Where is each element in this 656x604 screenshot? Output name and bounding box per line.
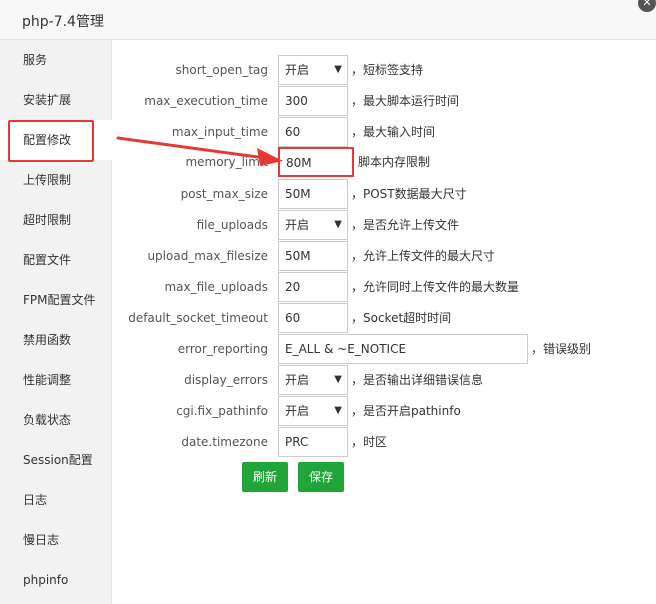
window-title: php-7.4管理 xyxy=(22,14,104,30)
max-input-time-input[interactable]: 60 xyxy=(278,117,348,147)
annotation-arrow xyxy=(116,136,283,166)
form-row-upload-max-filesize: upload_max_filesize 50M ，允许上传文件的最大尺寸 xyxy=(113,241,656,271)
sidebar-item-label: 服务 xyxy=(23,53,48,67)
default-socket-timeout-input[interactable]: 60 xyxy=(278,303,348,333)
sidebar-item-label: FPM配置文件 xyxy=(23,293,96,307)
file-uploads-select[interactable]: 开启 ▼ xyxy=(278,210,348,240)
sidebar-item-performance[interactable]: 性能调整 xyxy=(0,360,112,400)
form-row-post-max-size: post_max_size 50M ，POST数据最大尺寸 xyxy=(113,179,656,209)
field-label: upload_max_filesize xyxy=(147,249,268,263)
field-description: ，错误级别 xyxy=(531,342,592,356)
field-label: short_open_tag xyxy=(175,63,268,77)
sidebar-item-upload-limit[interactable]: 上传限制 xyxy=(0,160,112,200)
memory-limit-input[interactable]: 80M xyxy=(278,147,354,177)
sidebar-item-label: Session配置 xyxy=(23,453,93,467)
field-description: ，允许上传文件的最大尺寸 xyxy=(351,249,496,263)
max-file-uploads-input[interactable]: 20 xyxy=(278,272,348,302)
form-row-cgi-fix-pathinfo: cgi.fix_pathinfo 开启 ▼ ，是否开启pathinfo xyxy=(113,396,656,426)
form-row-max-file-uploads: max_file_uploads 20 ，允许同时上传文件的最大数量 xyxy=(113,272,656,302)
field-label: error_reporting xyxy=(177,342,268,356)
cgi-fix-pathinfo-select[interactable]: 开启 ▼ xyxy=(278,396,348,426)
chevron-down-icon: ▼ xyxy=(334,64,342,75)
sidebar-item-fpm-config[interactable]: FPM配置文件 xyxy=(0,280,112,320)
field-label: post_max_size xyxy=(180,187,268,201)
sidebar-item-label: 慢日志 xyxy=(23,533,60,547)
sidebar-item-log[interactable]: 日志 xyxy=(0,480,112,520)
display-errors-select[interactable]: 开启 ▼ xyxy=(278,365,348,395)
sidebar-item-label: 配置文件 xyxy=(23,253,72,267)
form-row-display-errors: display_errors 开启 ▼ ，是否输出详细错误信息 xyxy=(113,365,656,395)
max-execution-time-input[interactable]: 300 xyxy=(278,86,348,116)
field-label: cgi.fix_pathinfo xyxy=(176,404,268,418)
sidebar-item-label: 超时限制 xyxy=(23,213,72,227)
form-row-file-uploads: file_uploads 开启 ▼ ，是否允许上传文件 xyxy=(113,210,656,240)
sidebar-item-label: 安装扩展 xyxy=(23,93,72,107)
field-description: ，允许同时上传文件的最大数量 xyxy=(351,280,520,294)
form-row-default-socket-timeout: default_socket_timeout 60 ，Socket超时时间 xyxy=(113,303,656,333)
sidebar-item-label: 负载状态 xyxy=(23,413,72,427)
field-label: default_socket_timeout xyxy=(128,311,268,325)
field-label: file_uploads xyxy=(196,218,268,232)
field-description: 脚本内存限制 xyxy=(358,155,431,169)
select-value: 开启 xyxy=(285,63,310,77)
field-label: date.timezone xyxy=(181,435,268,449)
form-row-error-reporting: error_reporting E_ALL & ~E_NOTICE ，错误级别 xyxy=(113,334,656,364)
sidebar-item-label: 日志 xyxy=(23,493,48,507)
error-reporting-input[interactable]: E_ALL & ~E_NOTICE xyxy=(278,334,528,364)
field-description: ，是否允许上传文件 xyxy=(351,218,460,232)
sidebar-item-load-status[interactable]: 负载状态 xyxy=(0,400,112,440)
chevron-down-icon: ▼ xyxy=(334,374,342,385)
sidebar-item-session[interactable]: Session配置 xyxy=(0,440,112,480)
annotation-highlight-box xyxy=(8,120,94,162)
short-open-tag-select[interactable]: 开启 ▼ xyxy=(278,55,348,85)
sidebar-item-label: 禁用函数 xyxy=(23,333,72,347)
field-description: ，POST数据最大尺寸 xyxy=(351,187,467,201)
field-label: display_errors xyxy=(184,373,268,387)
form-row-max-execution-time: max_execution_time 300 ，最大脚本运行时间 xyxy=(113,86,656,116)
field-description: ，时区 xyxy=(351,435,388,449)
select-value: 开启 xyxy=(285,404,310,418)
sidebar-item-timeout-limit[interactable]: 超时限制 xyxy=(0,200,112,240)
select-value: 开启 xyxy=(285,373,310,387)
post-max-size-input[interactable]: 50M xyxy=(278,179,348,209)
form-row-date-timezone: date.timezone PRC ，时区 xyxy=(113,427,656,457)
form-row-short-open-tag: short_open_tag 开启 ▼ ，短标签支持 xyxy=(113,55,656,85)
field-description: ，是否输出详细错误信息 xyxy=(351,373,484,387)
refresh-button[interactable]: 刷新 xyxy=(242,462,288,492)
sidebar-item-service[interactable]: 服务 xyxy=(0,40,112,80)
sidebar-item-phpinfo[interactable]: phpinfo xyxy=(0,560,112,600)
field-label: max_file_uploads xyxy=(164,280,268,294)
date-timezone-input[interactable]: PRC xyxy=(278,427,348,457)
sidebar-item-label: phpinfo xyxy=(23,573,69,587)
window-titlebar: php-7.4管理 xyxy=(0,0,656,40)
upload-max-filesize-input[interactable]: 50M xyxy=(278,241,348,271)
field-description: ，最大脚本运行时间 xyxy=(351,94,460,108)
field-description: ，Socket超时时间 xyxy=(351,311,452,325)
field-description: ，最大输入时间 xyxy=(351,125,436,139)
sidebar-item-label: 性能调整 xyxy=(23,373,72,387)
field-label: max_execution_time xyxy=(144,94,268,108)
field-description: ，短标签支持 xyxy=(351,63,424,77)
chevron-down-icon: ▼ xyxy=(334,219,342,230)
sidebar-item-config-file[interactable]: 配置文件 xyxy=(0,240,112,280)
save-button[interactable]: 保存 xyxy=(298,462,344,492)
sidebar-item-disabled-functions[interactable]: 禁用函数 xyxy=(0,320,112,360)
chevron-down-icon: ▼ xyxy=(334,405,342,416)
field-description: ，是否开启pathinfo xyxy=(351,404,461,418)
sidebar-item-slow-log[interactable]: 慢日志 xyxy=(0,520,112,560)
sidebar-item-label: 上传限制 xyxy=(23,173,72,187)
sidebar-item-install-extension[interactable]: 安装扩展 xyxy=(0,80,112,120)
select-value: 开启 xyxy=(285,218,310,232)
